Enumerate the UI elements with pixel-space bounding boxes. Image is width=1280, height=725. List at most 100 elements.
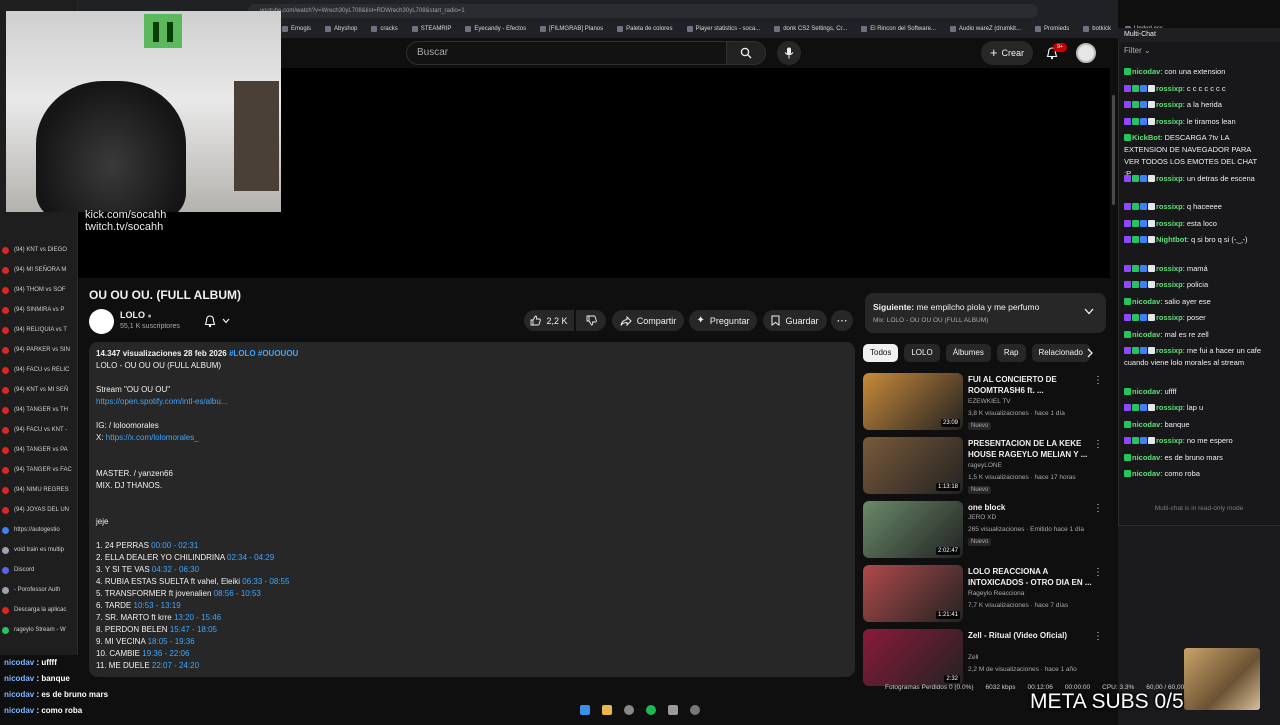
more-actions-button[interactable]: ⋯ — [831, 310, 853, 331]
spotify-icon[interactable] — [646, 705, 656, 715]
up-next-card[interactable]: Siguiente: me empilcho piola y me perfum… — [865, 293, 1106, 333]
sidebar-tab[interactable]: (94) PARKER vs SIN — [2, 340, 78, 360]
bookmark-item[interactable]: cracks — [371, 26, 398, 32]
chat-username[interactable]: rossixp — [1156, 117, 1183, 126]
sidebar-tab[interactable]: (94) THOM vs SOF — [2, 280, 78, 300]
share-button[interactable]: Compartir — [612, 310, 684, 331]
filter-chip[interactable]: Relacionado — [1031, 344, 1090, 362]
recommended-video[interactable]: 2:32 Zell - Ritual (Video Oficial) Zell 2,2… — [863, 629, 1107, 689]
chat-username[interactable]: rossixp — [1156, 219, 1183, 228]
more-vertical-icon[interactable]: ⋮ — [1093, 631, 1103, 642]
channel-avatar[interactable] — [89, 309, 114, 334]
filter-chip[interactable]: Todos — [863, 344, 899, 362]
bookmark-item[interactable]: Player statistics - soca... — [686, 26, 760, 32]
subscription-bell-button[interactable] — [196, 311, 242, 331]
sidebar-tab[interactable]: Discord — [2, 560, 78, 580]
chevron-right-icon[interactable] — [1086, 348, 1094, 358]
chevron-down-icon[interactable] — [1084, 308, 1094, 315]
hashtags-link[interactable]: #LOLO #OUOUOU — [229, 349, 298, 358]
chat-username[interactable]: rossixp — [1156, 174, 1183, 183]
sidebar-tab[interactable]: Descarga la aplicac — [2, 600, 78, 620]
chat-username[interactable]: rossixp — [1156, 403, 1183, 412]
chat-username[interactable]: nicodav — [1132, 67, 1160, 76]
track-timestamp-link[interactable]: 10:53 - 13:19 — [134, 601, 181, 610]
description-link[interactable]: https://open.spotify.com/intl-es/albu... — [96, 397, 227, 406]
sidebar-tab[interactable]: (94) SINMIRA vs P — [2, 300, 78, 320]
track-timestamp-link[interactable]: 08:56 - 10:53 — [214, 589, 261, 598]
chat-username[interactable]: nicodav — [1132, 297, 1160, 306]
video-thumbnail[interactable]: 2:02:47 — [863, 501, 963, 558]
bookmark-item[interactable]: Eyecandy - Efectos — [465, 26, 526, 32]
scrollbar-thumb[interactable] — [1112, 95, 1115, 205]
bookmark-item[interactable]: Abyshop — [325, 26, 357, 32]
video-thumbnail[interactable]: 2:32 — [863, 629, 963, 686]
search-input[interactable]: Buscar — [406, 41, 726, 65]
chat-username[interactable]: nicodav — [1132, 469, 1160, 478]
address-bar[interactable]: youtube.com/watch?v=Wrech30yL708&list=RD… — [248, 4, 1038, 18]
sidebar-tab[interactable]: (94) KNT vs DIEGO — [2, 240, 78, 260]
app-icon[interactable] — [668, 705, 678, 715]
ask-button[interactable]: ✦ Preguntar — [689, 310, 757, 331]
track-timestamp-link[interactable]: 04:32 - 06:30 — [152, 565, 199, 574]
file-explorer-icon[interactable] — [602, 705, 612, 715]
bookmark-item[interactable]: STEAMRIP — [411, 26, 451, 32]
chat-username[interactable]: nicodav — [1132, 453, 1160, 462]
chat-username[interactable]: nicodav — [1132, 330, 1160, 339]
sidebar-tab[interactable]: (94) KNT vs MI SEÑ — [2, 380, 78, 400]
bookmark-item[interactable]: El Rincon del Software... — [861, 26, 936, 32]
video-thumbnail[interactable]: 1:13:18 — [863, 437, 963, 494]
more-vertical-icon[interactable]: ⋮ — [1093, 567, 1103, 578]
bookmark-item[interactable]: Paleta de colores — [617, 26, 673, 32]
like-button[interactable]: 2,2 K — [524, 310, 574, 331]
track-timestamp-link[interactable]: 13:20 - 15:46 — [174, 613, 221, 622]
sidebar-tab[interactable]: (94) NIMU REGRES — [2, 480, 78, 500]
voice-search-button[interactable] — [777, 41, 801, 65]
sidebar-tab[interactable]: https://autogestio — [2, 520, 78, 540]
dislike-button[interactable] — [576, 310, 606, 331]
chat-username[interactable]: rossixp — [1156, 346, 1183, 355]
recommended-video[interactable]: 2:02:47 one block JERO XD 265 visualizacion… — [863, 501, 1107, 561]
account-avatar[interactable] — [1076, 43, 1096, 63]
chat-username[interactable]: rossixp — [1156, 202, 1183, 211]
filter-chip[interactable]: Álbumes — [945, 344, 991, 362]
app-icon[interactable] — [624, 705, 634, 715]
track-timestamp-link[interactable]: 15:47 - 18:05 — [170, 625, 217, 634]
more-vertical-icon[interactable]: ⋮ — [1093, 503, 1103, 514]
chat-username[interactable]: KickBot — [1132, 133, 1160, 142]
video-thumbnail[interactable]: 23:09 — [863, 373, 963, 430]
create-button[interactable]: + Crear — [981, 41, 1033, 65]
more-vertical-icon[interactable]: ⋮ — [1093, 375, 1103, 386]
chat-username[interactable]: Nightbot — [1156, 235, 1187, 244]
bookmark-item[interactable]: [FILMGRAB] Planos — [540, 26, 603, 32]
search-button[interactable] — [726, 41, 766, 65]
bookmark-item[interactable]: Promieds — [1034, 26, 1069, 32]
chat-username[interactable]: rossixp — [1156, 280, 1183, 289]
filter-chip[interactable]: LOLO — [904, 344, 940, 362]
description-link[interactable]: https://x.com/lolomorales_ — [106, 433, 199, 442]
chat-username[interactable]: rossixp — [1156, 264, 1183, 273]
bookmark-item[interactable]: donk CS2 Settings, Cr... — [774, 26, 847, 32]
settings-icon[interactable] — [690, 705, 700, 715]
chat-username[interactable]: rossixp — [1156, 100, 1183, 109]
more-vertical-icon[interactable]: ⋮ — [1093, 439, 1103, 450]
sidebar-tab[interactable]: rageylo Stream - W — [2, 620, 78, 640]
sidebar-tab[interactable]: (94) RELIQUIA vs T — [2, 320, 78, 340]
video-thumbnail[interactable]: 1:21:41 — [863, 565, 963, 622]
sidebar-tab[interactable]: - Porofessor Auth — [2, 580, 78, 600]
channel-name[interactable]: LOLO ● — [120, 310, 152, 320]
sidebar-tab[interactable]: void train es multip — [2, 540, 78, 560]
bookmark-item[interactable]: botkick — [1083, 26, 1111, 32]
track-timestamp-link[interactable]: 02:34 - 04:29 — [227, 553, 274, 562]
video-description[interactable]: 14.347 visualizaciones 28 feb 2026 #LOLO… — [89, 342, 855, 677]
chat-username[interactable]: rossixp — [1156, 436, 1183, 445]
chat-filter-dropdown[interactable]: Filter ⌄ — [1124, 46, 1151, 55]
recommended-video[interactable]: 1:21:41 LOLO REACCIONA A INTOXICADOS - OT… — [863, 565, 1107, 625]
bookmark-item[interactable]: Audio wareZ (drumkit... — [949, 26, 1021, 32]
recommended-video[interactable]: 23:09 FUI AL CONCIERTO DE ROOMTRASH6 ft. … — [863, 373, 1107, 433]
sidebar-tab[interactable]: (94) JOYAS DEL UN — [2, 500, 78, 520]
track-timestamp-link[interactable]: 18:05 - 19:36 — [148, 637, 195, 646]
windows-start-icon[interactable] — [580, 705, 590, 715]
bookmark-item[interactable]: Emogis — [282, 26, 311, 32]
sidebar-tab[interactable]: (94) MI SEÑORA M — [2, 260, 78, 280]
chat-username[interactable]: rossixp — [1156, 313, 1183, 322]
